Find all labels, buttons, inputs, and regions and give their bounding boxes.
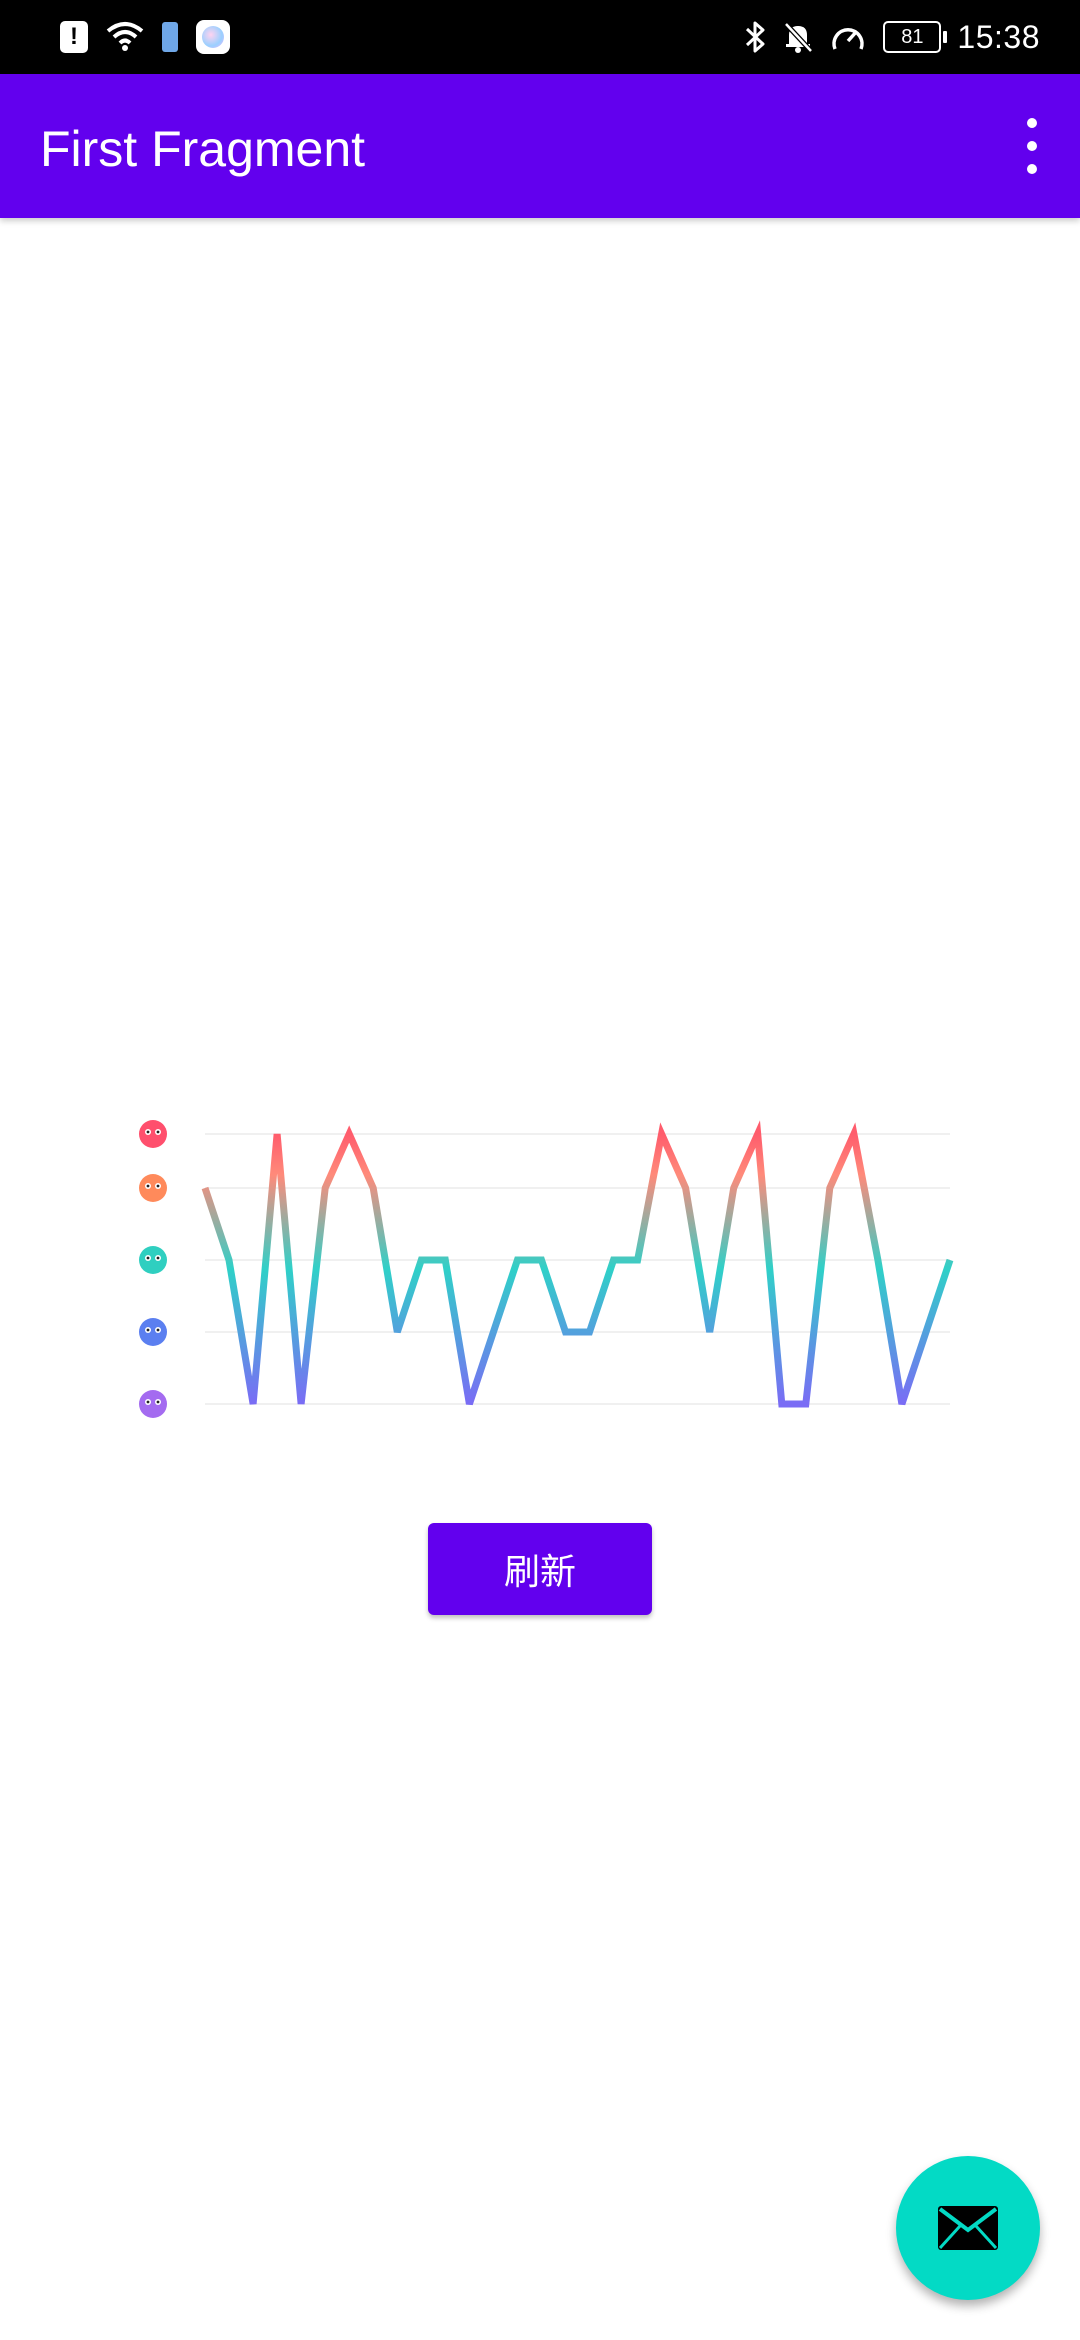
series-line-layer	[201, 1120, 954, 1408]
mood-line-chart	[120, 1100, 980, 1430]
battery-icon: 81	[883, 21, 948, 53]
overflow-dot	[1027, 118, 1037, 128]
mood-series-line	[201, 1120, 954, 1408]
alert-icon: !	[60, 21, 88, 53]
chart-svg	[139, 1120, 954, 1418]
purple-face-icon	[139, 1390, 167, 1418]
red-face-icon	[139, 1120, 167, 1148]
status-bar: ! 81 15:38	[0, 0, 1080, 74]
orange-face-icon	[139, 1174, 167, 1202]
bluetooth-icon	[743, 20, 767, 54]
y-axis-icons	[139, 1120, 167, 1418]
speedometer-icon	[829, 21, 867, 53]
blue-face-icon	[139, 1318, 167, 1346]
refresh-button[interactable]: 刷新	[428, 1523, 652, 1615]
battery-level: 81	[901, 25, 924, 48]
teal-face-icon	[139, 1246, 167, 1274]
page-title: First Fragment	[40, 121, 366, 177]
overflow-dot	[1027, 141, 1037, 151]
overflow-dot	[1027, 164, 1037, 174]
clock: 15:38	[957, 18, 1040, 55]
app-bar: First Fragment	[0, 74, 1080, 218]
status-bar-right: 81 15:38	[743, 16, 1040, 58]
status-bar-left: !	[60, 16, 230, 58]
email-fab-button[interactable]	[896, 2156, 1040, 2300]
notifications-off-icon	[783, 21, 814, 53]
email-icon	[938, 2206, 998, 2250]
more-vert-icon[interactable]	[1012, 118, 1052, 174]
battery-saver-icon	[162, 22, 178, 52]
wifi-icon	[106, 21, 144, 53]
app-notification-icon	[196, 20, 230, 54]
